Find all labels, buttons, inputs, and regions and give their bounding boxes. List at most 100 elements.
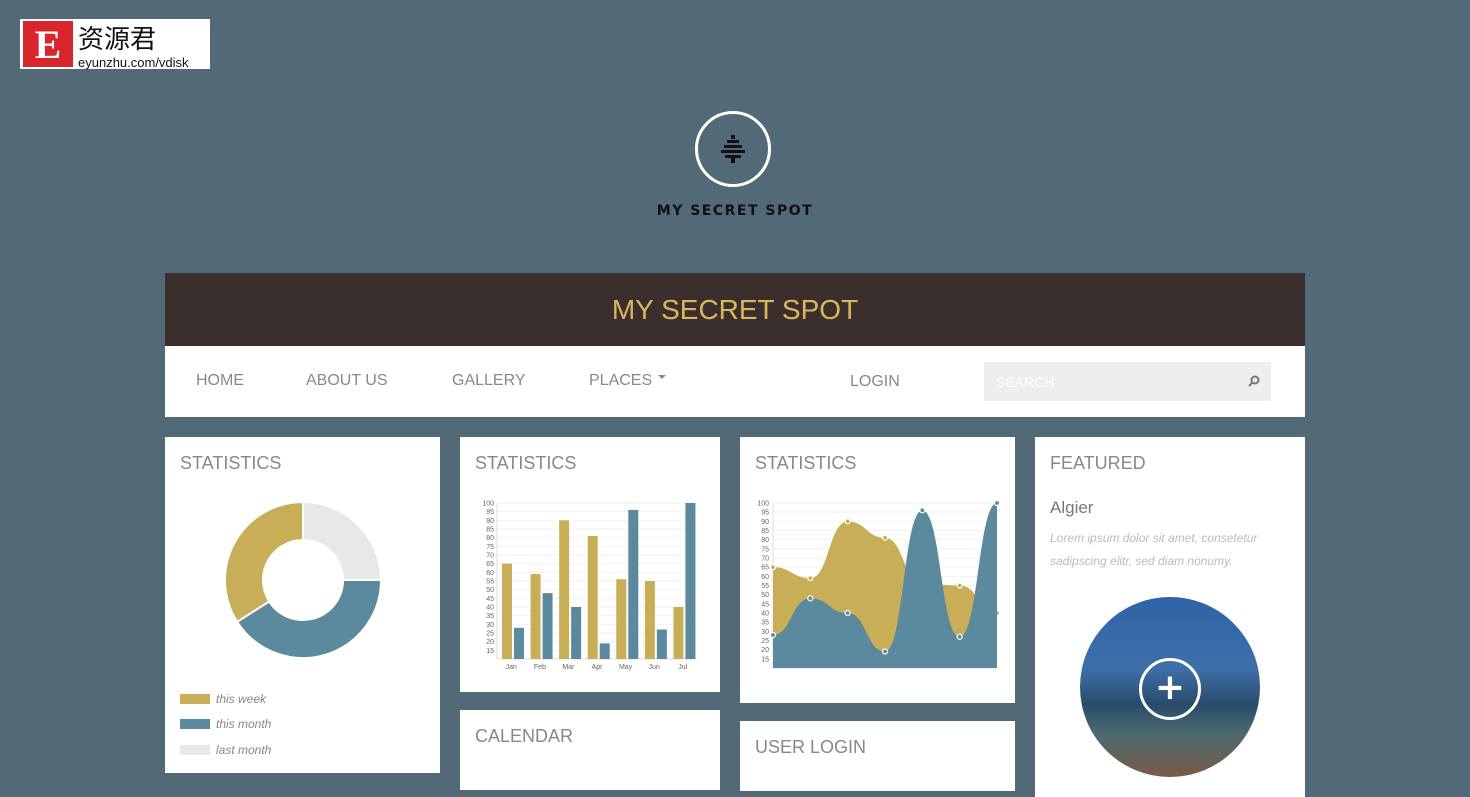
featured-card: FEATURED Algier Lorem ipsum dolor sit am… bbox=[1035, 437, 1305, 797]
bar bbox=[685, 503, 696, 659]
x-tick-label: Apr bbox=[592, 664, 604, 671]
donut-slice bbox=[302, 500, 383, 581]
bar bbox=[559, 520, 570, 659]
featured-image[interactable]: + bbox=[1080, 597, 1260, 777]
y-tick-label: 20 bbox=[761, 647, 769, 654]
calendar-card: CALENDAR bbox=[460, 710, 720, 790]
bar bbox=[656, 629, 667, 659]
data-point bbox=[956, 582, 963, 589]
search-input[interactable] bbox=[984, 362, 1271, 401]
y-tick-label: 35 bbox=[761, 620, 769, 627]
y-tick-label: 65 bbox=[486, 561, 494, 568]
data-point bbox=[769, 631, 777, 639]
nav-home[interactable]: HOME bbox=[196, 372, 244, 390]
card-title: USER LOGIN bbox=[755, 737, 867, 757]
y-tick-label: 25 bbox=[761, 638, 769, 645]
watermark-chinese: 资源君 bbox=[78, 25, 157, 55]
data-point bbox=[993, 499, 1001, 507]
y-tick-label: 80 bbox=[486, 535, 494, 542]
x-tick-label: Jun bbox=[648, 664, 659, 671]
x-tick-label: Mar bbox=[562, 664, 575, 671]
user-login-card: USER LOGIN bbox=[740, 721, 1015, 791]
brand-logo[interactable] bbox=[695, 111, 771, 187]
y-tick-label: 95 bbox=[486, 509, 494, 516]
donut-slice bbox=[224, 500, 304, 624]
featured-place: Algier bbox=[1050, 498, 1094, 517]
nav-gallery[interactable]: GALLERY bbox=[452, 372, 526, 390]
bar bbox=[530, 574, 541, 659]
bar bbox=[587, 535, 598, 659]
y-tick-label: 60 bbox=[761, 574, 769, 581]
nav-login[interactable]: LOGIN bbox=[850, 373, 900, 391]
legend-item: last month bbox=[180, 743, 271, 757]
data-point bbox=[956, 633, 963, 640]
card-title: CALENDAR bbox=[475, 726, 574, 746]
featured-text: Lorem ipsum dolor sit amet, consetetur s… bbox=[1050, 531, 1258, 568]
y-tick-label: 75 bbox=[761, 546, 769, 553]
area-chart: 15 20 25 30 35 40 45 50 55 60 65 70 75 80 85 90 95 100 bbox=[757, 499, 1001, 669]
search-icon[interactable] bbox=[1247, 374, 1261, 388]
y-tick-label: 40 bbox=[486, 605, 494, 612]
bar bbox=[673, 607, 684, 659]
data-point bbox=[844, 518, 851, 525]
card-title: FEATURED bbox=[1050, 453, 1146, 473]
plus-icon[interactable]: + bbox=[1139, 658, 1201, 720]
stats-bar-card: STATISTICS 15 20 25 30 35 40 45 50 55 60 65 70 75 80 8… bbox=[460, 437, 720, 692]
y-tick-label: 50 bbox=[486, 587, 494, 594]
y-tick-label: 25 bbox=[486, 631, 494, 638]
legend-item: this week bbox=[180, 692, 266, 706]
y-tick-label: 15 bbox=[486, 648, 494, 655]
data-point bbox=[807, 595, 814, 602]
bar bbox=[542, 593, 553, 659]
y-tick-label: 85 bbox=[761, 528, 769, 535]
y-tick-label: 100 bbox=[757, 501, 769, 508]
bar bbox=[628, 509, 639, 659]
data-point bbox=[769, 564, 777, 571]
y-tick-label: 90 bbox=[486, 518, 494, 525]
y-tick-label: 40 bbox=[761, 611, 769, 618]
nav-about-us[interactable]: ABOUT US bbox=[306, 372, 388, 390]
y-tick-label: 90 bbox=[761, 519, 769, 526]
brand-name: MY SECRET SPOT bbox=[656, 203, 814, 219]
x-tick-label: May bbox=[619, 664, 633, 671]
y-tick-label: 100 bbox=[482, 501, 494, 508]
data-point bbox=[881, 534, 889, 541]
y-tick-label: 45 bbox=[486, 596, 494, 603]
nav-places[interactable]: PLACES bbox=[589, 372, 667, 390]
bar bbox=[571, 607, 582, 659]
y-tick-label: 65 bbox=[761, 565, 769, 572]
legend-swatch bbox=[180, 745, 210, 755]
donut-chart bbox=[224, 500, 383, 659]
x-tick-label: Jan bbox=[506, 664, 517, 671]
nav-bar: HOME ABOUT US GALLERY PLACES LOGIN bbox=[165, 346, 1305, 417]
x-tick-label: Feb bbox=[534, 664, 546, 671]
data-point bbox=[807, 575, 814, 582]
watermark-letter: E bbox=[23, 21, 73, 67]
bar bbox=[502, 563, 512, 659]
y-tick-label: 55 bbox=[486, 579, 494, 586]
stats-area-card: STATISTICS 15 20 25 30 35 40 45 50 55 60 65 70 75 80 8… bbox=[740, 437, 1015, 703]
bar bbox=[514, 627, 524, 659]
caret-down-icon bbox=[658, 375, 667, 383]
nav-places-label: PLACES bbox=[589, 372, 653, 389]
bar bbox=[644, 581, 655, 659]
watermark-url: eyunzhu.com/vdisk bbox=[78, 55, 189, 70]
data-point bbox=[919, 507, 926, 514]
stats-donut-card: STATISTICS this week this month last mon… bbox=[165, 437, 440, 773]
y-tick-label: 35 bbox=[486, 613, 494, 620]
y-tick-label: 85 bbox=[486, 527, 494, 534]
bar-chart: 15 2025 30 3540 45 5055 60 6570 75 8085 90 95100 Jan… bbox=[482, 501, 697, 671]
bar bbox=[616, 579, 627, 659]
tree-icon bbox=[721, 135, 745, 163]
y-tick-label: 95 bbox=[761, 510, 769, 517]
y-tick-label: 20 bbox=[486, 639, 494, 646]
legend-swatch bbox=[180, 719, 210, 729]
legend-label: this month bbox=[216, 717, 272, 731]
legend-item: this month bbox=[180, 717, 271, 731]
y-tick-label: 70 bbox=[761, 556, 769, 563]
y-tick-label: 30 bbox=[486, 622, 494, 629]
y-tick-label: 80 bbox=[761, 537, 769, 544]
legend-label: last month bbox=[216, 743, 272, 757]
legend-label: this week bbox=[216, 692, 267, 706]
y-tick-label: 45 bbox=[761, 601, 769, 608]
